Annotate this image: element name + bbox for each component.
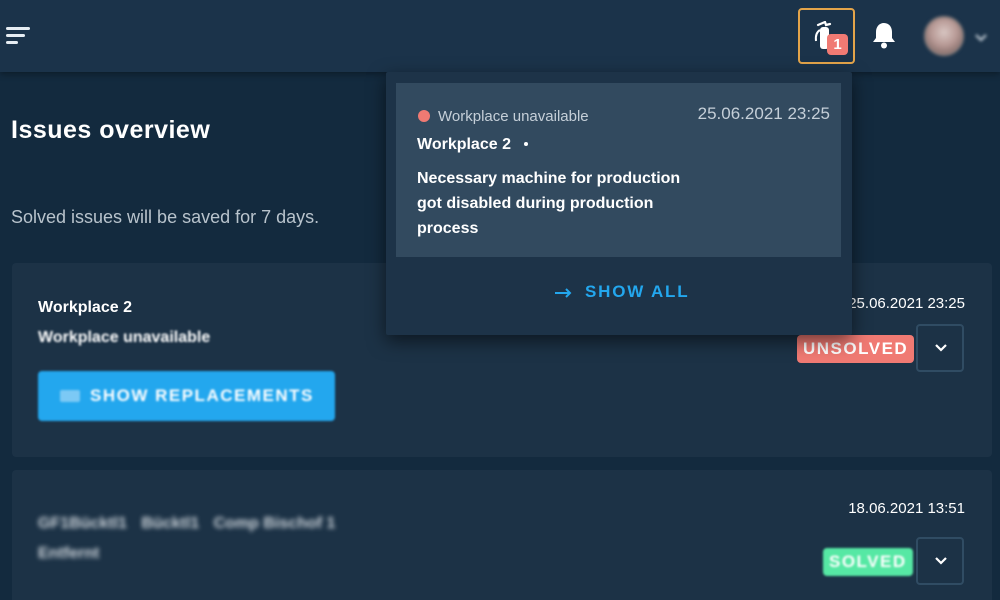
issue-title-prefix: GF1Bücktl1 (38, 515, 127, 532)
issue-title: Workplace 2 (38, 299, 132, 316)
issue-subtitle: Entfernt (38, 545, 100, 562)
issues-button[interactable]: 1 (798, 8, 855, 64)
expand-button[interactable] (916, 537, 964, 585)
notification-status: Workplace unavailable (438, 108, 589, 125)
issue-title-main: Comp Bischof 1 (213, 515, 336, 532)
bell-icon[interactable] (871, 21, 897, 54)
show-all-label: SHOW ALL (585, 282, 690, 301)
status-dot (418, 110, 430, 122)
page-subtitle: Solved issues will be saved for 7 days. (11, 207, 320, 227)
page-title: Issues overview (11, 116, 211, 144)
issues-dropdown: Workplace unavailable 25.06.2021 23:25 W… (386, 72, 852, 335)
issue-date: 25.06.2021 23:25 (848, 295, 965, 312)
status-badge: SOLVED (823, 548, 913, 576)
avatar[interactable] (924, 16, 964, 56)
issue-date: 18.06.2021 13:51 (848, 500, 965, 517)
notification-title: Workplace 2 (417, 136, 511, 153)
notification-description: Necessary machine for production got dis… (417, 170, 681, 237)
issue-subtitle: Workplace unavailable (38, 329, 211, 346)
issue-title-prefix: Bücktl1 (141, 515, 200, 532)
issue-card: GF1Bücktl1 Bücktl1 Comp Bischof 1 Entfer… (12, 470, 992, 600)
arrow-right-icon (555, 288, 572, 298)
notification-item[interactable]: Workplace unavailable 25.06.2021 23:25 W… (396, 83, 841, 257)
issue-title: GF1Bücktl1 Bücktl1 Comp Bischof 1 (38, 515, 335, 533)
top-bar: 1 (0, 0, 1000, 72)
show-replacements-label: SHOW REPLACEMENTS (90, 386, 314, 405)
expand-button[interactable] (916, 324, 964, 372)
separator-dot (524, 142, 528, 146)
chevron-down-icon[interactable] (974, 30, 988, 48)
notification-date: 25.06.2021 23:25 (697, 104, 830, 123)
show-replacements-button[interactable]: SHOW REPLACEMENTS (38, 371, 335, 421)
chevron-down-icon (935, 344, 947, 352)
issues-count-badge: 1 (827, 34, 848, 55)
show-all-link[interactable]: SHOW ALL (554, 282, 689, 302)
chevron-down-icon (935, 557, 947, 565)
replacements-icon (60, 390, 80, 402)
hamburger-menu-icon[interactable] (6, 27, 30, 47)
status-badge: UNSOLVED (797, 335, 915, 363)
